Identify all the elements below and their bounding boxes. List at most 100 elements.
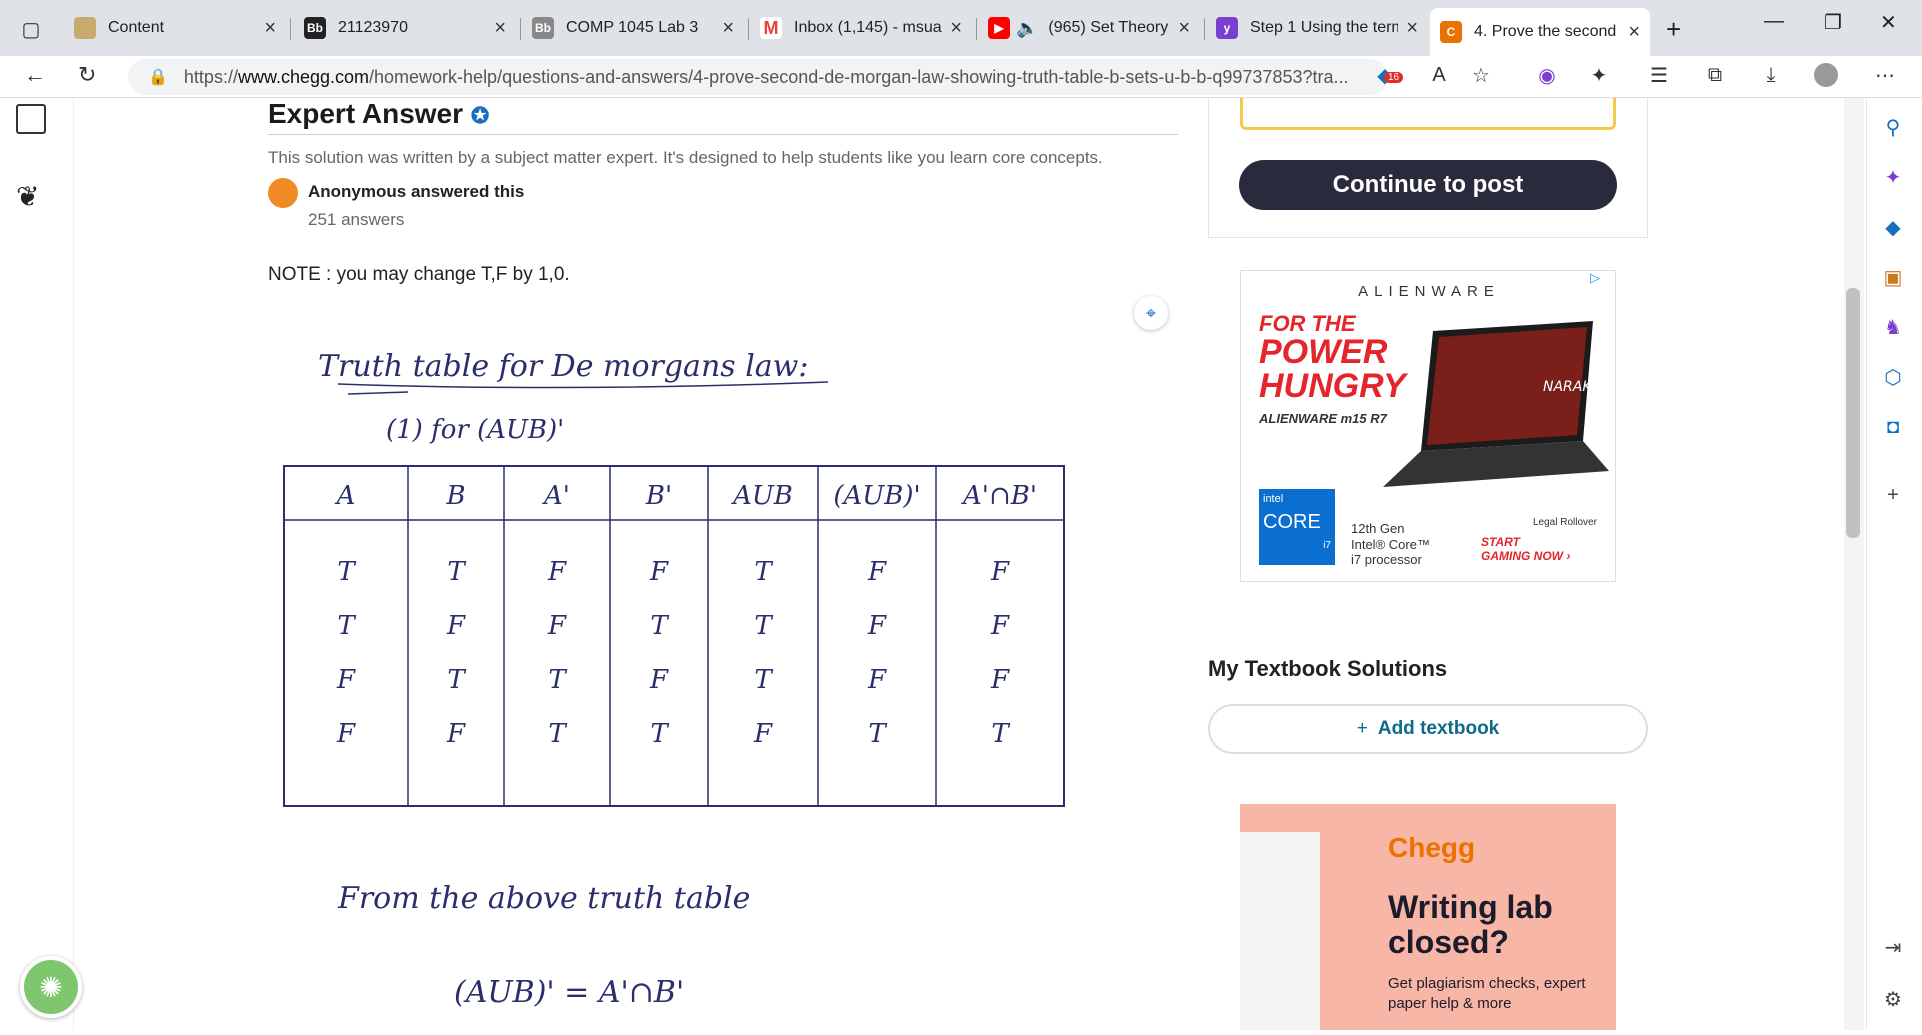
- downloads-icon[interactable]: ⤓: [1758, 62, 1784, 88]
- hw-subtitle: (1) for (AUB)': [386, 415, 564, 445]
- close-icon[interactable]: ×: [264, 17, 276, 40]
- refresh-icon[interactable]: ↻: [78, 62, 96, 88]
- steps-icon[interactable]: [16, 104, 46, 134]
- adchoices-icon[interactable]: ▷: [1590, 270, 1614, 290]
- collections-icon[interactable]: ⧉: [1702, 62, 1728, 88]
- close-icon[interactable]: ×: [1178, 17, 1190, 40]
- read-aloud-icon[interactable]: A: [1426, 62, 1452, 88]
- badge-count: 16: [1384, 72, 1404, 83]
- ad-legal[interactable]: Legal Rollover: [1533, 517, 1597, 528]
- url-prefix: https://: [183, 66, 238, 87]
- favorite-add-icon[interactable]: ☆: [1468, 62, 1494, 88]
- table-cell: T: [650, 719, 669, 749]
- table-cell: T: [447, 557, 466, 587]
- favorites-icon[interactable]: ☰: [1646, 62, 1672, 88]
- tab-title: 4. Prove the second De: [1474, 23, 1620, 40]
- add-sidebar-icon[interactable]: +: [1880, 482, 1906, 508]
- cookie-settings-icon[interactable]: ✺: [20, 956, 82, 1018]
- gen-line1: 12th Gen: [1351, 521, 1405, 536]
- ad-model: ALIENWARE m15 R7: [1259, 411, 1387, 426]
- yahoo-icon: y: [1216, 17, 1238, 39]
- scan-image-icon[interactable]: ⌖: [1134, 296, 1168, 330]
- tools-icon[interactable]: ▣: [1880, 264, 1906, 290]
- close-icon[interactable]: ×: [950, 17, 962, 40]
- extensions-icon[interactable]: ✦: [1586, 62, 1612, 88]
- table-header-cell: B: [445, 481, 465, 511]
- alienware-ad[interactable]: ALIENWARE FOR THE POWER HUNGRY ALIENWARE…: [1240, 270, 1616, 582]
- table-cell: T: [337, 557, 356, 587]
- intel-label: intel: [1263, 493, 1284, 505]
- shopping-icon[interactable]: ◆: [1880, 214, 1906, 240]
- close-icon[interactable]: ×: [722, 17, 734, 40]
- comment-textarea[interactable]: [1240, 98, 1616, 130]
- table-header-cell: A: [335, 481, 356, 511]
- ad-headline: Writing lab closed?: [1388, 889, 1553, 961]
- scrollbar-thumb[interactable]: [1846, 288, 1860, 538]
- ad-cta-line2: GAMING NOW ›: [1481, 549, 1571, 563]
- heading-text: Expert Answer: [268, 98, 464, 129]
- url-field[interactable]: 🔒 https://www.chegg.com/homework-help/qu…: [128, 59, 1388, 95]
- tab-youtube[interactable]: ▶ 🔈 (965) Set Theory ×: [978, 8, 1200, 48]
- page-title: Expert Answer ✪: [268, 98, 489, 130]
- close-icon[interactable]: ×: [1406, 17, 1418, 40]
- chegg-writing-ad[interactable]: Chegg Writing lab closed? Get plagiarism…: [1240, 804, 1616, 1030]
- back-icon[interactable]: ←: [24, 62, 46, 88]
- blackboard-icon: Bb: [304, 17, 326, 39]
- table-header-cell: (AUB)': [833, 481, 920, 511]
- truth-table: A B A' B' AUB (AUB)' A'∩B'T T F F T F FT F F T T F FF T T F T F…: [335, 481, 1037, 749]
- speaker-icon[interactable]: 🔈: [1016, 18, 1038, 39]
- profile-avatar[interactable]: [1814, 63, 1838, 87]
- table-cell: F: [446, 719, 466, 749]
- table-header-cell: A'∩B': [961, 481, 1037, 511]
- table-header-cell: AUB: [731, 481, 793, 511]
- gmail-icon: M: [760, 17, 782, 39]
- close-icon[interactable]: ×: [1628, 21, 1640, 44]
- tab-title: Step 1 Using the term: [1250, 19, 1399, 36]
- tab-yahoo[interactable]: y Step 1 Using the term ×: [1206, 8, 1428, 48]
- settings-icon[interactable]: ⚙: [1880, 986, 1906, 1012]
- copilot-extension-icon[interactable]: ◉: [1534, 62, 1560, 88]
- tab-actions-icon[interactable]: ▢: [18, 16, 44, 42]
- youtube-icon: ▶: [988, 17, 1010, 39]
- new-tab-icon[interactable]: +: [1666, 14, 1681, 45]
- note-text: NOTE : you may change T,F by 1,0.: [268, 264, 570, 285]
- search-icon[interactable]: ⚲: [1880, 114, 1906, 140]
- chegg-logo: Chegg: [1388, 832, 1476, 863]
- continue-to-post-button[interactable]: Continue to post: [1239, 160, 1617, 210]
- tab-title: Inbox (1,145) - msuare: [794, 19, 943, 36]
- scrollbar[interactable]: [1844, 98, 1864, 1030]
- tab-inbox[interactable]: M Inbox (1,145) - msuare ×: [750, 8, 972, 48]
- plant-icon[interactable]: ❦: [16, 180, 39, 213]
- ad-subtext: Get plagiarism checks, expert paper help…: [1388, 975, 1586, 1012]
- table-cell: F: [336, 719, 356, 749]
- table-cell: F: [547, 557, 567, 587]
- ad-cta[interactable]: START GAMING NOW ›: [1481, 535, 1570, 563]
- window-close-icon[interactable]: ✕: [1880, 10, 1897, 35]
- table-cell: F: [446, 611, 466, 641]
- tab-comp-lab[interactable]: Bb COMP 1045 Lab 3 ×: [522, 8, 744, 48]
- left-rail: ❦: [0, 98, 74, 1030]
- close-icon[interactable]: ×: [494, 17, 506, 40]
- tab-strip: ▢ Content × Bb 21123970 × Bb COMP 1045 L…: [0, 0, 1922, 56]
- outlook-icon[interactable]: ◘: [1880, 414, 1906, 440]
- more-menu-icon[interactable]: ⋯: [1872, 62, 1898, 88]
- office-icon[interactable]: ⬡: [1880, 364, 1906, 390]
- tab-21123970[interactable]: Bb 21123970 ×: [294, 8, 516, 48]
- games-icon[interactable]: ♞: [1880, 314, 1906, 340]
- table-cell: T: [650, 611, 669, 641]
- restore-icon[interactable]: ❐: [1824, 10, 1842, 35]
- url-path: /homework-help/questions-and-answers/4-p…: [369, 66, 1349, 87]
- tab-content[interactable]: Content ×: [64, 8, 286, 48]
- minimize-icon[interactable]: —: [1764, 10, 1784, 33]
- divider: [268, 134, 1178, 135]
- laptop-image: NARAKA: [1383, 321, 1609, 487]
- tab-chegg-active[interactable]: C 4. Prove the second De ×: [1430, 8, 1650, 56]
- url-domain: www.chegg.com: [237, 66, 370, 87]
- paper-image: [1240, 832, 1320, 1030]
- copilot-icon[interactable]: ✦: [1880, 164, 1906, 190]
- tab-title: COMP 1045 Lab 3: [566, 19, 699, 36]
- add-textbook-button[interactable]: + Add textbook: [1208, 704, 1648, 754]
- add-textbook-label: Add textbook: [1377, 718, 1500, 739]
- ad-processor-text: 12th Gen Intel® Core™ i7 processor: [1351, 521, 1430, 568]
- hide-sidebar-icon[interactable]: ⇥: [1880, 934, 1906, 960]
